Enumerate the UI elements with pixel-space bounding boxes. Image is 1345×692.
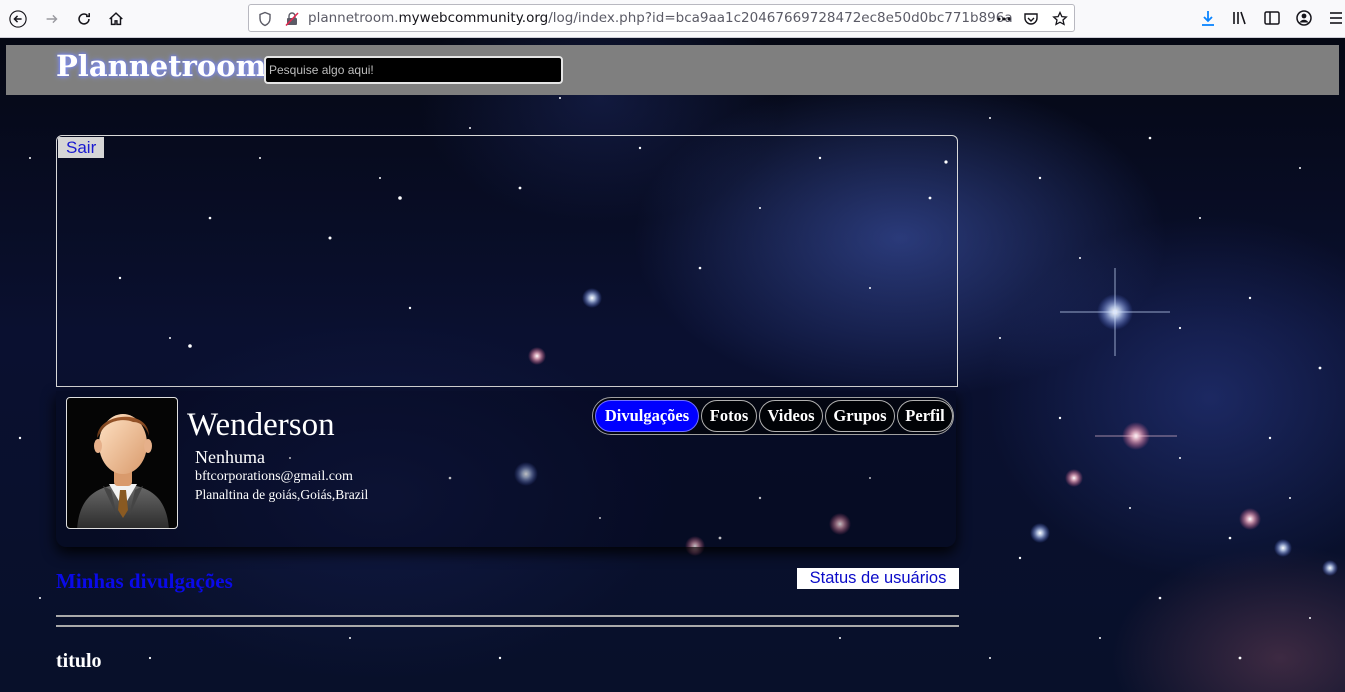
forward-button[interactable]: [38, 5, 66, 33]
more-actions-icon[interactable]: [995, 10, 1013, 28]
forward-arrow-icon: [46, 14, 58, 24]
divider: [56, 615, 959, 617]
home-button[interactable]: [102, 5, 130, 33]
profile-name: Wenderson: [187, 407, 335, 443]
pocket-icon[interactable]: [1022, 10, 1040, 28]
page-background: Plannetroom Sair: [0, 38, 1345, 692]
user-status-button[interactable]: Status de usuários: [797, 568, 959, 589]
reload-button[interactable]: [70, 5, 98, 33]
avatar[interactable]: [66, 397, 178, 529]
tab-divulgacoes[interactable]: Divulgações: [595, 400, 699, 432]
site-header: Plannetroom: [6, 45, 1339, 95]
url-text[interactable]: plannetroom.mywebcommunity.org/log/index…: [308, 10, 1013, 26]
site-logo[interactable]: Plannetroom: [56, 49, 266, 83]
library-icon[interactable]: [1230, 8, 1250, 28]
post-title[interactable]: titulo: [56, 650, 102, 673]
bookmark-star-icon[interactable]: [1051, 10, 1069, 28]
address-bar[interactable]: plannetroom.mywebcommunity.org/log/index…: [248, 4, 1075, 32]
back-arrow-icon: [9, 10, 27, 28]
divider: [56, 625, 959, 627]
tab-grupos[interactable]: Grupos: [825, 400, 895, 432]
cover-banner: Sair: [56, 135, 958, 387]
account-icon[interactable]: [1294, 8, 1314, 28]
browser-toolbar: plannetroom.mywebcommunity.org/log/index…: [0, 0, 1345, 38]
shield-icon[interactable]: [256, 10, 274, 28]
user-avatar-icon: [77, 414, 169, 528]
profile-email: bftcorporations@gmail.com: [195, 469, 353, 484]
profile-card: Wenderson Nenhuma bftcorporations@gmail.…: [56, 391, 956, 547]
menu-icon[interactable]: [1326, 8, 1345, 28]
tab-videos[interactable]: Videos: [759, 400, 823, 432]
tab-perfil[interactable]: Perfil: [897, 400, 953, 432]
logout-button[interactable]: Sair: [58, 137, 104, 158]
sidebar-icon[interactable]: [1262, 8, 1282, 28]
reload-icon: [78, 13, 90, 25]
section-title: Minhas divulgações: [56, 569, 233, 593]
back-button[interactable]: [4, 5, 32, 33]
insecure-lock-icon[interactable]: [283, 10, 301, 28]
profile-tabs: Divulgações Fotos Videos Grupos Perfil: [592, 397, 954, 435]
search-input[interactable]: [264, 56, 563, 84]
home-icon: [109, 12, 123, 26]
profile-location: Planaltina de goiás,Goiás,Brazil: [195, 487, 369, 502]
download-icon[interactable]: [1198, 8, 1218, 28]
profile-status: Nenhuma: [195, 447, 265, 467]
tab-fotos[interactable]: Fotos: [701, 400, 757, 432]
